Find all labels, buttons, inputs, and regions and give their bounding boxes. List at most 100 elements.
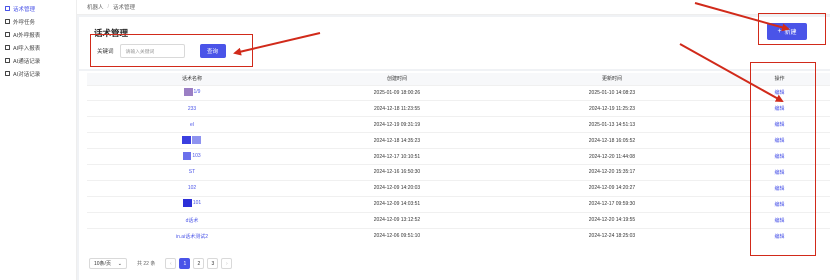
- cell-name: 233: [87, 100, 297, 117]
- script-name-link[interactable]: 103: [183, 151, 201, 160]
- cell-updated: 2024-12-18 16:05:52: [497, 132, 727, 149]
- annotation-box-operation: [750, 62, 816, 256]
- cell-name: in.ai话术测试2: [87, 227, 297, 244]
- breadcrumb-item-script: 话术管理: [113, 5, 136, 11]
- sidebar-item[interactable]: 话术管理: [0, 2, 76, 15]
- pagination: 10条/页 ⌄ 共 22 条 ‹ 123 ›: [89, 258, 235, 269]
- script-name-link[interactable]: [182, 135, 202, 144]
- document-icon: [5, 71, 10, 76]
- cell-created: 2024-12-18 14:35:23: [297, 132, 497, 149]
- cell-name: 1/9: [87, 84, 297, 101]
- table-row: d话术 2024-12-09 13:12:52 2024-12-20 14:19:5…: [87, 211, 830, 229]
- page-buttons: 123: [179, 258, 221, 269]
- cell-updated: 2024-12-20 15:35:17: [497, 163, 727, 181]
- cell-created: 2024-12-18 11:23:55: [297, 100, 497, 117]
- table-row: in.ai话术测试2 2024-12-06 09:51:10 2024-12-24 …: [87, 227, 830, 244]
- cell-updated: 2024-12-19 11:25:23: [497, 100, 727, 117]
- cell-updated: 2025-01-13 14:51:13: [497, 116, 727, 133]
- table-row: 233 2024-12-18 11:23:55 2024-12-19 11:25:2…: [87, 100, 830, 117]
- table-row: el 2024-12-19 09:31:19 2025-01-13 14:51:13…: [87, 116, 830, 133]
- sidebar-item-label: AI呼入报表: [13, 45, 41, 52]
- document-icon: [5, 6, 10, 11]
- page-button[interactable]: 1: [179, 258, 191, 269]
- cell-updated: 2024-12-20 14:19:55: [497, 211, 727, 229]
- sidebar-item[interactable]: 外呼任务: [0, 15, 76, 28]
- script-name: in.ai话术测试2: [176, 233, 208, 240]
- sidebar-item-label: 外呼任务: [13, 19, 36, 26]
- header-updated: 更新时间: [497, 73, 727, 85]
- cell-created: 2024-12-17 10:10:51: [297, 148, 497, 165]
- cell-name: 103: [87, 148, 297, 165]
- script-name-link[interactable]: d话术: [186, 217, 199, 224]
- sidebar-item-label: AI外呼报表: [13, 32, 41, 39]
- script-name-link[interactable]: ST: [189, 169, 195, 175]
- script-name: el: [190, 121, 194, 128]
- document-icon: [5, 32, 10, 37]
- redaction-block: [192, 135, 201, 144]
- page-size-value: 10条/页: [94, 261, 111, 267]
- redaction-block: [182, 199, 192, 208]
- document-icon: [5, 45, 10, 50]
- cell-created: 2024-12-19 09:31:19: [297, 116, 497, 133]
- cell-name: 101: [87, 195, 297, 213]
- cell-created: 2025-01-09 18:00:26: [297, 84, 497, 101]
- cell-created: 2024-12-09 14:03:51: [297, 195, 497, 213]
- cell-name: d话术: [87, 211, 297, 229]
- sidebar-item[interactable]: AI通话记录: [0, 54, 76, 67]
- script-name: 103: [192, 152, 201, 159]
- sidebar-item-label: AI通话记录: [13, 58, 41, 65]
- script-name-link[interactable]: 1/9: [183, 87, 201, 96]
- redaction-block: [182, 135, 191, 144]
- table-header-row: 话术名称 创建时间 更新时间 操作: [87, 73, 830, 85]
- cell-name: ST: [87, 163, 297, 181]
- total-count: 共 22 条: [137, 261, 156, 267]
- breadcrumb-separator: /: [107, 4, 110, 10]
- header-name: 话术名称: [87, 73, 297, 85]
- script-name: 233: [187, 105, 197, 112]
- breadcrumb: 机器人 / 话术管理: [77, 0, 830, 15]
- page-button[interactable]: 2: [193, 258, 205, 269]
- script-name-link[interactable]: 101: [182, 199, 202, 208]
- table-row: 2024-12-18 14:35:23 2024-12-18 16:05:52 编辑: [87, 132, 830, 149]
- cell-created: 2024-12-16 16:50:30: [297, 163, 497, 181]
- script-name-link[interactable]: in.ai话术测试2: [176, 233, 208, 240]
- script-name-link[interactable]: 102: [188, 185, 196, 191]
- cell-updated: 2025-01-10 14:08:23: [497, 84, 727, 101]
- cell-name: 102: [87, 179, 297, 197]
- sidebar-item-label: AI对话记录: [13, 71, 41, 78]
- sidebar-item[interactable]: AI对话记录: [0, 67, 76, 80]
- table-row: 102 2024-12-09 14:20:03 2024-12-09 14:20:2…: [87, 179, 830, 197]
- breadcrumb-item-robot[interactable]: 机器人: [87, 3, 104, 11]
- script-name: ST: [188, 169, 196, 176]
- cell-name: el: [87, 116, 297, 133]
- cell-created: 2024-12-09 13:12:52: [297, 211, 497, 229]
- cell-updated: 2024-12-09 14:20:27: [497, 179, 727, 197]
- annotation-box-new: [758, 13, 826, 45]
- script-name-link[interactable]: 233: [188, 106, 196, 112]
- cell-updated: 2024-12-20 11:44:08: [497, 148, 727, 165]
- script-table: 话术名称 创建时间 更新时间 操作 1/9 2025-01-09 18:00:26…: [87, 73, 830, 244]
- script-name: 102: [187, 185, 197, 192]
- script-name: d话术: [185, 217, 199, 224]
- document-icon: [5, 19, 10, 24]
- table-card: 话术名称 创建时间 更新时间 操作 1/9 2025-01-09 18:00:26…: [79, 71, 830, 280]
- table-row: ST 2024-12-16 16:50:30 2024-12-20 15:35:17…: [87, 163, 830, 181]
- page-size-select[interactable]: 10条/页 ⌄: [89, 258, 127, 269]
- script-name-link[interactable]: el: [190, 122, 194, 128]
- chevron-down-icon: ⌄: [117, 260, 122, 267]
- sidebar-item-label: 话术管理: [13, 6, 36, 13]
- script-name: 1/9: [193, 88, 201, 95]
- script-name: 101: [192, 200, 202, 207]
- cell-created: 2024-12-09 14:20:03: [297, 179, 497, 197]
- table-row: 1/9 2025-01-09 18:00:26 2025-01-10 14:08:2…: [87, 84, 830, 101]
- redaction-block: [183, 87, 193, 96]
- cell-updated: 2024-12-17 09:59:30: [497, 195, 727, 213]
- table-row: 103 2024-12-17 10:10:51 2024-12-20 11:44:0…: [87, 148, 830, 165]
- prev-page-button[interactable]: ‹: [165, 258, 177, 269]
- cell-name: [87, 132, 297, 149]
- sidebar: 话术管理外呼任务 AI外呼报表 AI呼入报表 AI通话记录 AI对话记录: [0, 0, 77, 280]
- sidebar-item[interactable]: AI外呼报表: [0, 28, 76, 41]
- next-page-button[interactable]: ›: [221, 258, 233, 269]
- page-button[interactable]: 3: [207, 258, 219, 269]
- sidebar-item[interactable]: AI呼入报表: [0, 41, 76, 54]
